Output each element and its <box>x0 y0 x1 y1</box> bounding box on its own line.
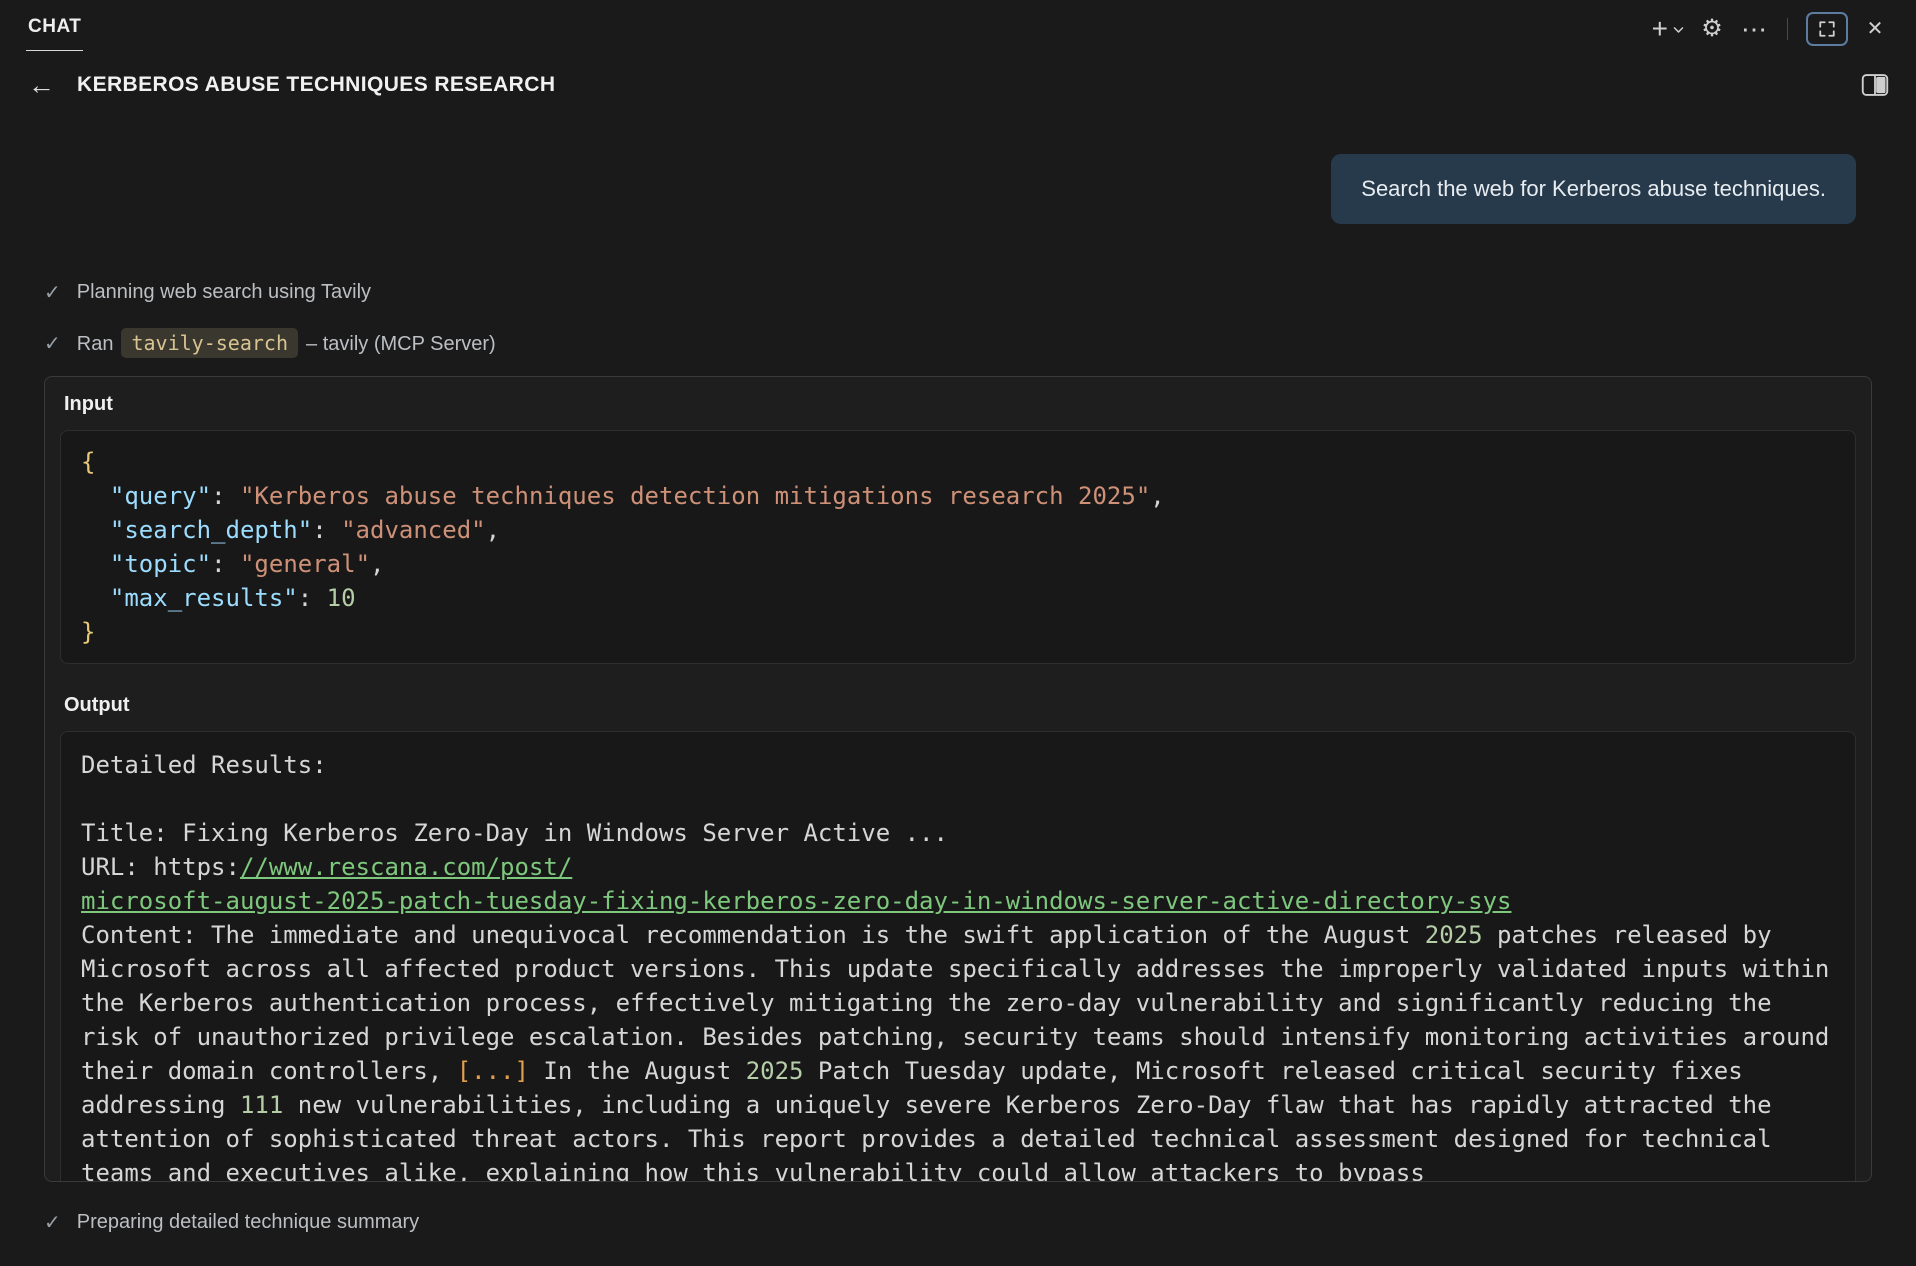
page-title: KERBEROS ABUSE TECHNIQUES RESEARCH <box>77 73 556 96</box>
toolbar-divider <box>1787 18 1788 40</box>
chat-messages[interactable]: Search the web for Kerberos abuse techni… <box>0 108 1916 1266</box>
step-label: Preparing detailed technique summary <box>76 1211 420 1233</box>
maximize-button[interactable] <box>1806 12 1848 46</box>
back-button[interactable]: ← <box>26 69 57 100</box>
check-icon: ✓ <box>44 1212 61 1234</box>
back-arrow-icon: ← <box>28 69 55 100</box>
topbar: CHAT + ⚙ ⋯ ✕ <box>0 0 1916 58</box>
tool-call-card: Input { "query": "Kerberos abuse techniq… <box>44 376 1872 1182</box>
user-message: Search the web for Kerberos abuse techni… <box>1331 154 1856 224</box>
step-ran-prefix: Ran <box>76 333 114 355</box>
new-chat-button[interactable]: + <box>1652 13 1685 45</box>
topbar-actions: + ⚙ ⋯ ✕ <box>1652 10 1890 46</box>
input-label: Input <box>64 393 113 415</box>
more-actions-button[interactable]: ⋯ <box>1739 13 1769 45</box>
check-icon: ✓ <box>44 333 61 355</box>
tool-input-code[interactable]: { "query": "Kerberos abuse techniques de… <box>60 430 1856 664</box>
page-header: ← KERBEROS ABUSE TECHNIQUES RESEARCH <box>0 58 1916 108</box>
step-label: Ran tavily-search – tavily (MCP Server) <box>76 328 496 358</box>
gear-icon: ⚙ <box>1701 15 1723 42</box>
split-panel-icon <box>1861 74 1889 96</box>
output-label: Output <box>64 694 130 716</box>
close-button[interactable]: ✕ <box>1860 13 1890 45</box>
step-label: Planning web search using Tavily <box>76 281 372 303</box>
chevron-down-icon <box>1673 26 1684 33</box>
close-icon: ✕ <box>1866 18 1884 40</box>
user-message-row: Search the web for Kerberos abuse techni… <box>44 154 1856 224</box>
step-planning: ✓ Planning web search using Tavily <box>44 280 1872 305</box>
step-ran-tool[interactable]: ✓ Ran tavily-search – tavily (MCP Server) <box>44 328 1872 358</box>
plus-icon: + <box>1651 13 1668 44</box>
step-preparing-summary: ✓ Preparing detailed technique summary <box>44 1210 1872 1235</box>
tool-name-chip: tavily-search <box>121 328 299 358</box>
step-ran-suffix: – tavily (MCP Server) <box>306 333 496 355</box>
settings-button[interactable]: ⚙ <box>1697 13 1727 45</box>
fullscreen-icon <box>1819 21 1835 37</box>
ellipsis-icon: ⋯ <box>1741 14 1767 44</box>
chat-panel: CHAT + ⚙ ⋯ ✕ ← KERBEROS ABUSE TECHNIQUES… <box>0 0 1916 1266</box>
toggle-secondary-panel-button[interactable] <box>1860 69 1890 101</box>
tab-chat[interactable]: CHAT <box>26 10 84 51</box>
tool-output-code[interactable]: Detailed Results: Title: Fixing Kerberos… <box>60 731 1856 1181</box>
check-icon: ✓ <box>44 282 61 304</box>
